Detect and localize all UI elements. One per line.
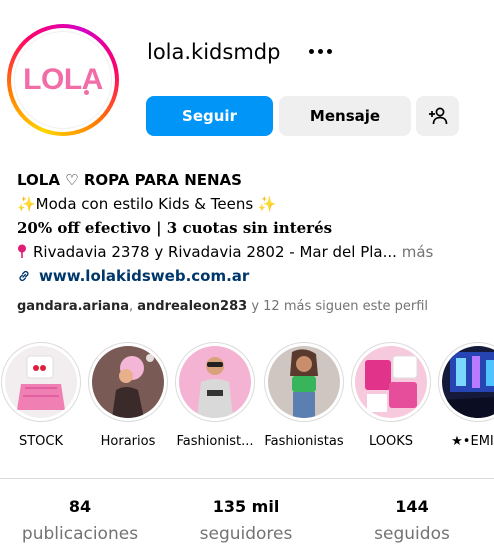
highlight-label: ★•EMILI: [451, 434, 494, 449]
highlight-emili[interactable]: ★•EMILI: [434, 342, 494, 449]
highlight-stock[interactable]: STOCK: [0, 342, 85, 449]
bio-address: Rivadavia 2378 y Rivadavia 2802 - Mar de…: [33, 243, 397, 261]
stat-label: seguidores: [199, 524, 293, 544]
stat-label: publicaciones: [21, 524, 139, 544]
stat-value: 84: [68, 497, 92, 516]
follow-button[interactable]: Seguir: [146, 96, 273, 136]
avatar-logo: LOLA: [23, 63, 103, 96]
website-link[interactable]: www.lolakidsweb.com.ar: [39, 267, 249, 285]
highlight-ring: [1, 342, 81, 422]
highlight-fashionistas[interactable]: Fashionistas: [260, 342, 348, 449]
highlight-fashionist[interactable]: Fashionist...: [171, 342, 259, 449]
username: lola.kidsmdp: [147, 40, 281, 64]
highlight-cover: [179, 346, 251, 418]
stat-value: 135 mil: [212, 497, 280, 516]
profile-avatar-ring[interactable]: LOLA: [7, 24, 119, 136]
bio-line-1: ✨Moda con estilo Kids & Teens ✨: [17, 195, 277, 213]
highlight-ring: [351, 342, 431, 422]
bio-more-link[interactable]: más: [402, 243, 434, 261]
add-user-button[interactable]: [416, 96, 459, 136]
avatar-gap: LOLA: [11, 28, 115, 132]
highlight-looks[interactable]: LOOKS: [347, 342, 435, 449]
highlight-cover: [5, 346, 77, 418]
message-button[interactable]: Mensaje: [279, 96, 411, 136]
profile-name: LOLA ♡ ROPA PARA NENAS: [17, 171, 242, 189]
highlight-label: Fashionist...: [176, 434, 254, 449]
location-pin-icon: [18, 244, 26, 258]
more-icon[interactable]: [305, 38, 335, 64]
highlight-cover: [355, 346, 427, 418]
highlight-label: STOCK: [18, 434, 64, 449]
story-highlights: STOCK Horarios Fashionist... Fashionista…: [0, 342, 494, 452]
highlight-ring: [175, 342, 255, 422]
followed-by-suffix: y 12 más siguen este perfil: [247, 299, 428, 314]
stats-divider: [0, 478, 494, 479]
stat-followers[interactable]: 135 mil seguidores: [181, 497, 311, 544]
stat-following[interactable]: 144 seguidos: [347, 497, 477, 544]
follower-sep: ,: [128, 299, 138, 314]
follower-user-2[interactable]: andrealeon283: [137, 299, 247, 314]
link-icon: [19, 270, 29, 282]
highlight-cover: [92, 346, 164, 418]
follower-user-1[interactable]: gandara.ariana: [17, 299, 129, 314]
bio-link-row: www.lolakidsweb.com.ar: [17, 264, 487, 288]
bio: LOLA ♡ ROPA PARA NENAS ✨Moda con estilo …: [17, 168, 487, 288]
highlight-ring: [264, 342, 344, 422]
stat-posts[interactable]: 84 publicaciones: [15, 497, 145, 544]
bio-line-3: Rivadavia 2378 y Rivadavia 2802 - Mar de…: [17, 240, 487, 264]
highlight-ring: [88, 342, 168, 422]
highlight-ring: [438, 342, 494, 422]
stat-label: seguidos: [374, 524, 450, 544]
add-user-icon: [428, 107, 447, 125]
highlight-horarios[interactable]: Horarios: [84, 342, 172, 449]
stat-value: 144: [395, 497, 429, 516]
highlight-cover: [268, 346, 340, 418]
highlight-label: Horarios: [100, 434, 156, 449]
highlight-cover: [442, 346, 494, 418]
avatar[interactable]: LOLA: [14, 31, 112, 129]
highlight-label: LOOKS: [368, 434, 414, 449]
bio-line-2: 20% off efectivo | 3 cuotas sin interés: [17, 219, 333, 237]
followed-by[interactable]: gandara.ariana, andrealeon283 y 12 más s…: [17, 299, 428, 314]
highlight-label: Fashionistas: [264, 434, 344, 449]
logo-dot: [84, 90, 89, 95]
